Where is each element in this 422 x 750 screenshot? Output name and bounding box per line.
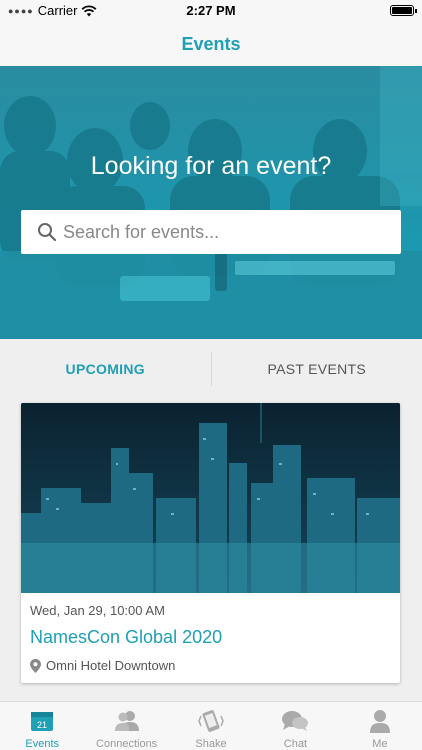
person-icon — [369, 708, 391, 734]
tab-bar-item-me[interactable]: Me — [338, 702, 422, 750]
phone-shake-icon — [198, 708, 224, 734]
search-icon — [21, 210, 57, 254]
page-title: Events — [181, 34, 241, 54]
status-bar: ●●●● Carrier 2:27 PM — [0, 0, 422, 22]
status-time: 2:27 PM — [186, 3, 236, 18]
hero-background-image — [0, 66, 422, 339]
tab-bar-label-me: Me — [372, 738, 388, 750]
tab-past-events[interactable]: PAST EVENTS — [212, 339, 422, 399]
event-image — [21, 403, 400, 593]
tab-bar-item-shake[interactable]: Shake — [169, 702, 253, 750]
tab-bar-label-connections: Connections — [96, 738, 158, 750]
battery-level — [392, 7, 412, 14]
nav-bar: Events — [0, 22, 422, 66]
event-location: Omni Hotel Downtown — [30, 658, 175, 673]
tab-bar: 21 Events Connections Shake Chat Me — [0, 701, 422, 750]
tab-bar-label-chat: Chat — [283, 738, 308, 750]
tab-upcoming[interactable]: UPCOMING — [0, 339, 211, 399]
event-location-label: Omni Hotel Downtown — [46, 658, 176, 673]
calendar-badge: 21 — [37, 720, 47, 730]
tab-bar-item-connections[interactable]: Connections — [84, 702, 168, 750]
tab-bar-item-chat[interactable]: Chat — [253, 702, 337, 750]
tab-bar-item-events[interactable]: 21 Events — [0, 702, 84, 750]
chat-icon — [281, 708, 309, 734]
hero-title: Looking for an event? — [90, 152, 332, 180]
event-date: Wed, Jan 29, 10:00 AM — [30, 603, 165, 618]
calendar-icon: 21 — [30, 708, 54, 734]
event-tabs: UPCOMING PAST EVENTS — [0, 339, 422, 399]
event-card[interactable]: Wed, Jan 29, 10:00 AM NamesCon Global 20… — [21, 403, 400, 683]
event-title[interactable]: NamesCon Global 2020 — [30, 627, 222, 648]
search-bar[interactable] — [21, 210, 401, 254]
tab-bar-label-events: Events — [25, 738, 60, 750]
search-input[interactable] — [63, 221, 383, 243]
battery-icon — [390, 5, 417, 16]
tab-bar-label-shake: Shake — [195, 738, 227, 750]
location-pin-icon — [30, 658, 41, 673]
hero-banner: Looking for an event? — [0, 66, 422, 339]
people-icon — [113, 708, 141, 734]
